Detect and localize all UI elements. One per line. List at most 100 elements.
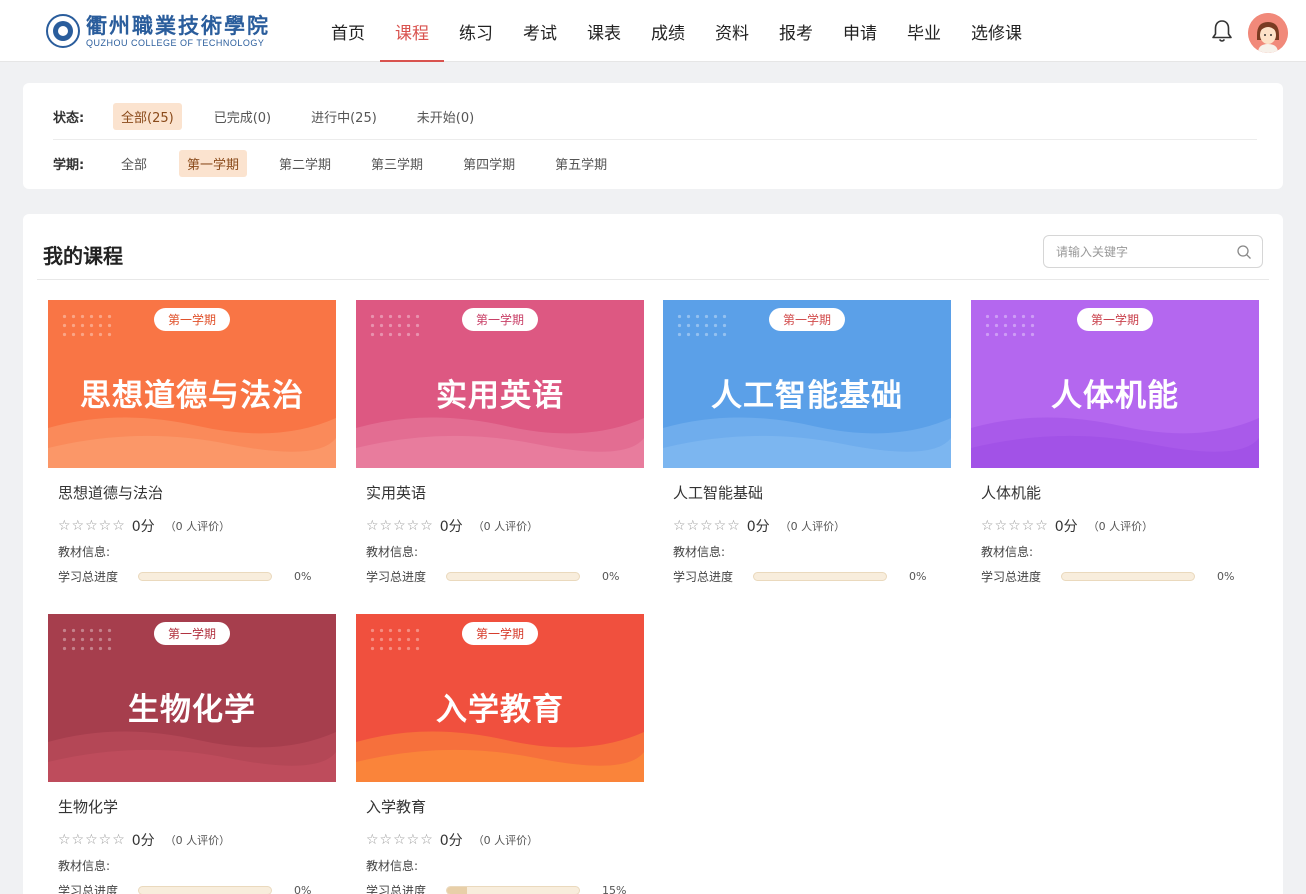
nav-item-6[interactable]: 资料 bbox=[700, 0, 764, 62]
term-filter-label: 学期: bbox=[53, 158, 85, 173]
course-card[interactable]: 第一学期 实用英语 实用英语 ☆☆☆☆☆ 0分 （0 人评价） 教材信息: 学习总进度 0% bbox=[356, 300, 644, 584]
course-rating: ☆☆☆☆☆ 0分 （0 人评价） bbox=[366, 516, 538, 536]
rating-score: 0分 bbox=[439, 833, 463, 849]
cover-title: 思想道德与法治 bbox=[80, 378, 304, 414]
college-logo[interactable]: 衢州職業技術學院 QUZHOU COLLEGE OF TECHNOLOGY bbox=[46, 12, 270, 50]
course-card[interactable]: 第一学期 生物化学 生物化学 ☆☆☆☆☆ 0分 （0 人评价） 教材信息: 学习总进度 0% bbox=[48, 614, 336, 894]
term-badge: 第一学期 bbox=[461, 622, 539, 645]
progress-row: 学习总进度 0% bbox=[58, 568, 326, 585]
course-name[interactable]: 思想道德与法治 bbox=[58, 482, 163, 503]
course-name[interactable]: 实用英语 bbox=[366, 482, 426, 503]
course-name[interactable]: 人工智能基础 bbox=[673, 482, 763, 503]
term-badge: 第一学期 bbox=[1076, 308, 1154, 331]
term-filter-option-0[interactable]: 全部 bbox=[113, 150, 155, 177]
course-name[interactable]: 生物化学 bbox=[58, 796, 118, 817]
progress-percent: 0% bbox=[602, 570, 620, 583]
main-nav: 首页 课程 练习 考试 课表 成绩 资料 报考 申请 毕业 选修课 bbox=[316, 0, 1037, 62]
review-count: （0 人评价） bbox=[1087, 520, 1154, 533]
progress-label: 学习总进度 bbox=[58, 884, 119, 894]
status-filter-option-2[interactable]: 进行中(25) bbox=[303, 103, 385, 130]
cover-title: 人工智能基础 bbox=[711, 378, 903, 414]
search-icon[interactable] bbox=[1236, 244, 1252, 260]
nav-item-8[interactable]: 申请 bbox=[828, 0, 892, 62]
section-title: 我的课程 bbox=[43, 244, 123, 268]
review-count: （0 人评价） bbox=[164, 834, 231, 847]
course-rating: ☆☆☆☆☆ 0分 （0 人评价） bbox=[366, 830, 538, 850]
progress-label: 学习总进度 bbox=[58, 570, 119, 584]
course-cover[interactable]: 第一学期 人体机能 bbox=[971, 300, 1259, 468]
cover-wave-decoration bbox=[48, 731, 336, 782]
term-badge: 第一学期 bbox=[461, 308, 539, 331]
filter-panel: 状态: 全部(25) 已完成(0) 进行中(25) 未开始(0) 学期: 全部 第一学期… bbox=[23, 83, 1283, 189]
course-card[interactable]: 第一学期 思想道德与法治 思想道德与法治 ☆☆☆☆☆ 0分 （0 人评价） 教材信息: 学习总… bbox=[48, 300, 336, 584]
course-rating: ☆☆☆☆☆ 0分 （0 人评价） bbox=[58, 830, 230, 850]
course-cover[interactable]: 第一学期 思想道德与法治 bbox=[48, 300, 336, 468]
nav-item-2[interactable]: 练习 bbox=[444, 0, 508, 62]
course-card[interactable]: 第一学期 人体机能 人体机能 ☆☆☆☆☆ 0分 （0 人评价） 教材信息: 学习总进度 0% bbox=[971, 300, 1259, 584]
my-courses-panel: 我的课程 第一学期思想道德与法治思想道德与法治☆☆☆☆☆0分（0 人评价）教材信… bbox=[23, 214, 1283, 894]
progress-percent: 0% bbox=[1217, 570, 1235, 583]
progress-bar bbox=[446, 572, 580, 581]
term-filter-option-4[interactable]: 第四学期 bbox=[455, 150, 523, 177]
cover-dots-decoration bbox=[983, 312, 1039, 340]
cover-wave-decoration bbox=[971, 417, 1259, 468]
nav-item-7[interactable]: 报考 bbox=[764, 0, 828, 62]
nav-item-0[interactable]: 首页 bbox=[316, 0, 380, 62]
progress-bar bbox=[753, 572, 887, 581]
course-name[interactable]: 人体机能 bbox=[981, 482, 1041, 503]
status-filter-label: 状态: bbox=[53, 111, 85, 126]
course-cover[interactable]: 第一学期人工智能基础 bbox=[663, 300, 951, 468]
cover-dots-decoration bbox=[60, 626, 116, 654]
progress-percent: 0% bbox=[294, 570, 312, 583]
course-search-box bbox=[1043, 235, 1263, 268]
rating-score: 0分 bbox=[746, 519, 770, 535]
term-badge: 第一学期 bbox=[768, 308, 846, 331]
star-rating-icon: ☆☆☆☆☆ bbox=[58, 518, 126, 534]
progress-bar bbox=[1061, 572, 1195, 581]
search-input[interactable] bbox=[1056, 242, 1226, 262]
course-cover[interactable]: 第一学期 实用英语 bbox=[356, 300, 644, 468]
course-rating: ☆☆☆☆☆ 0分 （0 人评价） bbox=[673, 516, 845, 536]
status-filter-option-1[interactable]: 已完成(0) bbox=[206, 103, 279, 130]
course-cover[interactable]: 第一学期 入学教育 bbox=[356, 614, 644, 782]
progress-label: 学习总进度 bbox=[673, 570, 734, 584]
cover-dots-decoration bbox=[60, 312, 116, 340]
review-count: （0 人评价） bbox=[472, 520, 539, 533]
term-filter-option-1[interactable]: 第一学期 bbox=[179, 150, 248, 177]
nav-item-9[interactable]: 毕业 bbox=[892, 0, 956, 62]
section-divider bbox=[37, 279, 1269, 280]
nav-item-1[interactable]: 课程 bbox=[380, 0, 444, 62]
progress-label: 学习总进度 bbox=[366, 884, 427, 894]
user-avatar[interactable] bbox=[1248, 13, 1288, 53]
cover-wave-decoration bbox=[48, 417, 336, 468]
progress-percent: 0% bbox=[294, 884, 312, 894]
textbook-info: 教材信息: bbox=[981, 545, 1034, 559]
course-card[interactable]: 第一学期 入学教育 入学教育 ☆☆☆☆☆ 0分 （0 人评价） 教材信息: 学习总进度 15% bbox=[356, 614, 644, 894]
progress-percent: 15% bbox=[602, 884, 627, 894]
course-cover[interactable]: 第一学期 生物化学 bbox=[48, 614, 336, 782]
textbook-info: 教材信息: bbox=[366, 545, 419, 559]
rating-score: 0分 bbox=[439, 519, 463, 535]
review-count: （0 人评价） bbox=[472, 834, 539, 847]
filter-divider bbox=[53, 139, 1257, 140]
progress-percent: 0% bbox=[909, 570, 927, 583]
bell-icon[interactable] bbox=[1209, 18, 1235, 44]
status-filter-option-0[interactable]: 全部(25) bbox=[113, 103, 182, 130]
star-rating-icon: ☆☆☆☆☆ bbox=[981, 518, 1049, 534]
nav-item-4[interactable]: 课表 bbox=[572, 0, 636, 62]
cover-wave-decoration bbox=[663, 417, 951, 468]
cover-title: 实用英语 bbox=[436, 378, 564, 414]
star-rating-icon: ☆☆☆☆☆ bbox=[673, 518, 741, 534]
term-filter-option-2[interactable]: 第二学期 bbox=[271, 150, 339, 177]
course-card[interactable]: 第一学期 人工智能基础 人工智能基础 ☆☆☆☆☆ 0分 （0 人评价） 教材信息: 学习总进度… bbox=[663, 300, 951, 584]
term-filter-option-5[interactable]: 第五学期 bbox=[547, 150, 615, 177]
term-filter-option-3[interactable]: 第三学期 bbox=[363, 150, 431, 177]
course-name[interactable]: 入学教育 bbox=[366, 796, 426, 817]
star-rating-icon: ☆☆☆☆☆ bbox=[366, 832, 434, 848]
nav-item-5[interactable]: 成绩 bbox=[636, 0, 700, 62]
status-filter-option-3[interactable]: 未开始(0) bbox=[409, 103, 482, 130]
nav-item-3[interactable]: 考试 bbox=[508, 0, 572, 62]
cover-title: 生物化学 bbox=[128, 692, 256, 728]
progress-row: 学习总进度 0% bbox=[366, 568, 634, 585]
nav-item-10[interactable]: 选修课 bbox=[956, 0, 1037, 62]
